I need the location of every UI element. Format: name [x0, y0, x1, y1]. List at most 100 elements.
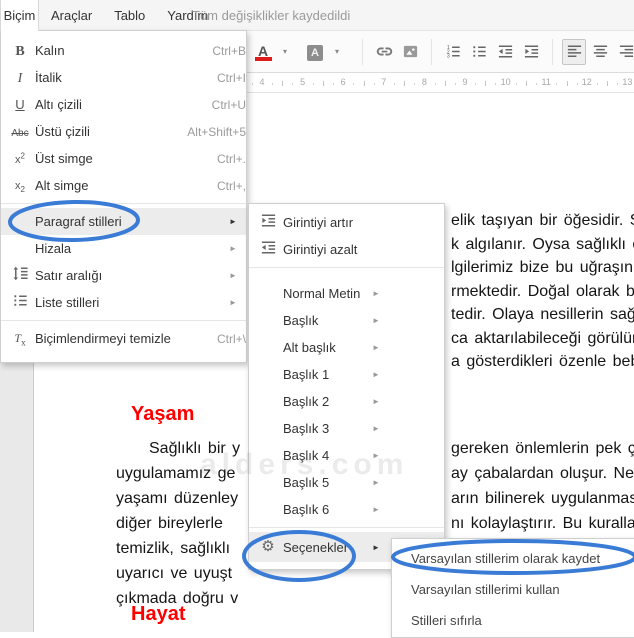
- image-icon: [402, 43, 419, 60]
- menu-item-label: Başlık 3: [283, 421, 329, 436]
- toolbar-group: 123: [431, 39, 544, 65]
- menu-item-baslik-1[interactable]: Başlık 1►: [249, 361, 444, 388]
- menu-item-paragraf-stilleri[interactable]: Paragraf stilleri►: [1, 208, 246, 235]
- document-text-line: çıkmada doğru v: [116, 590, 238, 608]
- text-color-button[interactable]: A: [251, 39, 275, 65]
- menu-item-label: Başlık: [283, 313, 318, 328]
- menu-item-label: Liste stilleri: [35, 295, 99, 310]
- highlight-dropdown-button[interactable]: ▾: [329, 39, 353, 65]
- submenu-arrow-icon: ►: [220, 217, 246, 226]
- highlight-color-icon: A: [307, 43, 323, 61]
- align-center-button[interactable]: [588, 39, 612, 65]
- menubar-item-araclar[interactable]: Araçlar: [40, 8, 103, 23]
- menu-item-ust-simge[interactable]: x2Üst simgeCtrl+.: [1, 145, 246, 172]
- menu-item-girintiyi-artir[interactable]: Girintiyi artır: [249, 209, 444, 236]
- document-text-line: nı kolaylaştırır. Bu kurallardan er: [451, 515, 634, 533]
- menu-item-label: Hizala: [35, 241, 71, 256]
- document-text-line: arın bilinerek uygulanması, sağlığ: [451, 490, 634, 508]
- document-text-line: rmektedir. Doğal olarak bu aşamad: [451, 283, 634, 301]
- ruler-number: 9: [462, 77, 467, 87]
- insert-image-button[interactable]: [398, 39, 422, 65]
- document-text-line: temizlik, sağlıklı: [116, 540, 230, 558]
- menu-item-baslik-3[interactable]: Başlık 3 ►: [249, 415, 444, 442]
- submenu-arrow-icon: ►: [363, 424, 389, 433]
- menu-item-girintiyi-azalt[interactable]: Girintiyi azalt: [249, 236, 444, 263]
- menubar-item-tablo[interactable]: Tablo: [103, 8, 156, 23]
- menu-item-normal-metin[interactable]: Normal Metin►: [249, 280, 444, 307]
- menubar-item-bicim[interactable]: Biçim: [0, 0, 39, 31]
- ruler-number: 10: [501, 77, 511, 87]
- format-menu: BKalınCtrl+BIİtalikCtrl+IUAltı çiziliCtr…: [0, 30, 247, 363]
- numbered-list-button[interactable]: 123: [441, 39, 465, 65]
- menu-item-stilleri-sifirla[interactable]: Stilleri sıfırla: [392, 605, 634, 636]
- menu-item-label: Üst simge: [35, 151, 93, 166]
- menu-item-baslik-2[interactable]: Başlık 2►: [249, 388, 444, 415]
- text-color-icon: A: [255, 43, 272, 61]
- menu-item-alti-cizili[interactable]: UAltı çiziliCtrl+U: [1, 91, 246, 118]
- menu-item-shortcut: Ctrl+B: [212, 44, 246, 58]
- document-text-line: gereken önlemlerin pek çoğu gün: [451, 440, 634, 458]
- align-left-button[interactable]: [562, 39, 586, 65]
- decrease-indent-button[interactable]: [493, 39, 517, 65]
- submenu-arrow-icon: ►: [363, 505, 389, 514]
- menu-item-baslik[interactable]: Başlık►: [249, 307, 444, 334]
- menu-item-label: Varsayılan stillerim olarak kaydet: [411, 551, 600, 566]
- toolbar: A ▾ A ▾ 123: [240, 31, 634, 73]
- toolbar-group: A ▾ A ▾: [250, 39, 354, 65]
- menu-item-label: Biçimlendirmeyi temizle: [35, 331, 171, 346]
- ruler: 45678910111213: [240, 74, 634, 93]
- menubar: AraçlarTabloYardım Tüm değişiklikler kay…: [0, 0, 634, 31]
- bullet-list-button[interactable]: [467, 39, 491, 65]
- menu-item-hizala[interactable]: Hizala►: [1, 235, 246, 262]
- ruler-number: 8: [422, 77, 427, 87]
- ruler-tick: [495, 83, 496, 85]
- menu-item-label: Kalın: [35, 43, 65, 58]
- ruler-tick: [567, 81, 568, 86]
- ruler-number: 5: [300, 77, 305, 87]
- menu-item-satir-araligi[interactable]: Satır aralığı►: [1, 262, 246, 289]
- ruler-tick: [323, 81, 324, 86]
- ruler-tick: [617, 83, 618, 85]
- menu-item-ustu-cizili[interactable]: AbcÜstü çizili Alt+Shift+5: [1, 118, 246, 145]
- highlight-color-button[interactable]: A: [303, 39, 327, 65]
- insert-link-button[interactable]: [372, 39, 396, 65]
- menu-item-alt-baslik[interactable]: Alt başlık►: [249, 334, 444, 361]
- align-right-button[interactable]: [614, 39, 634, 65]
- ruler-number: 12: [582, 77, 592, 87]
- menu-item-label: Üstü çizili: [35, 124, 90, 139]
- document-text-line: yaşamı düzenley: [116, 490, 238, 508]
- menu-item-varsayilan-stillerimi-kullan[interactable]: Varsayılan stillerimi kullan: [392, 574, 634, 605]
- ruler-tick: [455, 83, 456, 85]
- document-text-line: tedir. Olaya nesillerin sağlığı olarak: [451, 306, 634, 324]
- menu-item-liste-stilleri[interactable]: Liste stilleri►: [1, 289, 246, 316]
- underline-icon: U: [5, 96, 35, 114]
- menu-item-label: Altı çizili: [35, 97, 82, 112]
- text-color-dropdown-button[interactable]: ▾: [277, 39, 301, 65]
- ruler-tick: [364, 81, 365, 86]
- caret-down-icon: ▾: [283, 47, 295, 56]
- ruler-number: 7: [381, 77, 386, 87]
- ruler-tick: [282, 81, 283, 86]
- ruler-tick: [516, 83, 517, 85]
- menu-item-bicimlendirmeyi-temizle[interactable]: TxBiçimlendirmeyi temizleCtrl+\: [1, 325, 246, 352]
- ruler-tick: [445, 81, 446, 86]
- submenu-arrow-icon: ►: [363, 289, 389, 298]
- menu-item-i-talik[interactable]: IİtalikCtrl+I: [1, 64, 246, 91]
- ruler-number: 4: [259, 77, 264, 87]
- menu-item-shortcut: Alt+Shift+5: [187, 125, 246, 139]
- toolbar-group: [362, 39, 423, 65]
- submenu-arrow-icon: ►: [363, 343, 389, 352]
- italic-icon: I: [5, 69, 35, 87]
- link-icon: [376, 43, 393, 60]
- strikethrough-icon: Abc: [5, 123, 35, 141]
- save-status: Tüm değişiklikler kaydedildi: [192, 0, 350, 30]
- menu-item-baslik-6[interactable]: Başlık 6►: [249, 496, 444, 523]
- menu-item-kalin[interactable]: BKalınCtrl+B: [1, 37, 246, 64]
- increase-indent-button[interactable]: [519, 39, 543, 65]
- menu-item-alt-simge[interactable]: x2Alt simgeCtrl+,: [1, 172, 246, 199]
- document-text-line: ay çabalardan oluşur. Nerede olu: [451, 465, 634, 483]
- watermark: alders.com: [200, 448, 408, 482]
- ruler-tick: [374, 83, 375, 85]
- ruler-tick: [526, 81, 527, 86]
- menu-item-varsayilan-stillerim-olarak-kaydet[interactable]: Varsayılan stillerim olarak kaydet: [392, 543, 634, 574]
